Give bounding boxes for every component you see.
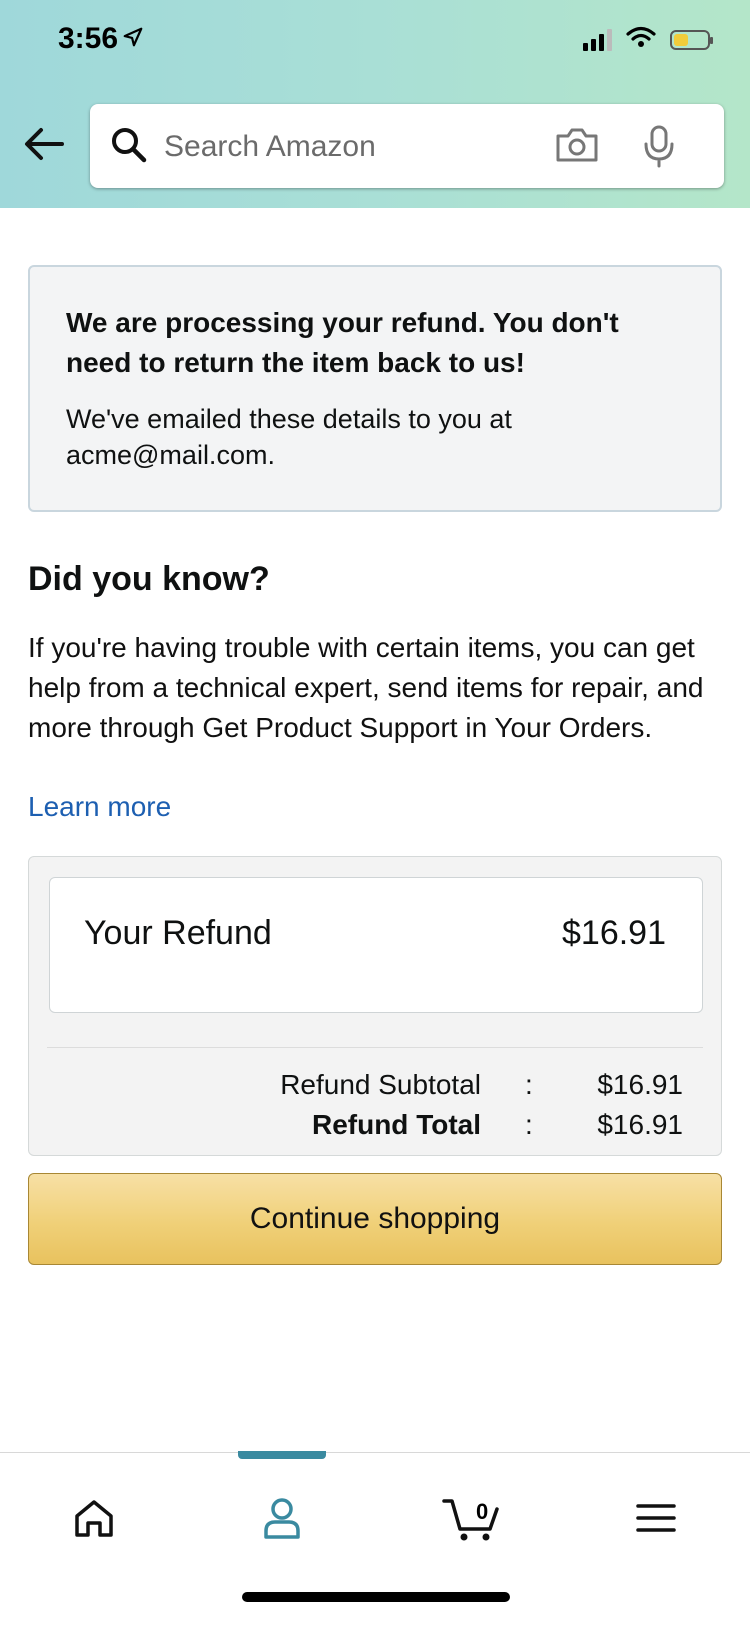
person-icon: [262, 1496, 302, 1545]
back-button[interactable]: [22, 124, 66, 168]
app-header: 3:56: [0, 0, 750, 208]
did-you-know-title: Did you know?: [28, 560, 270, 598]
continue-shopping-button[interactable]: Continue shopping: [28, 1173, 722, 1265]
refund-subtotal-separator: :: [525, 1069, 533, 1100]
refund-subtotal-row: Refund Subtotal : $16.91: [29, 1069, 721, 1109]
signal-icon: [583, 28, 612, 51]
camera-icon[interactable]: [554, 126, 600, 164]
status-time-text: 3:56: [58, 22, 119, 55]
did-you-know-text: If you're having trouble with certain it…: [28, 632, 704, 743]
refund-summary: Your Refund $16.91 Refund Subtotal : $16…: [28, 856, 722, 1156]
refund-total-separator: :: [525, 1109, 533, 1140]
refund-subtotal-value: $16.91: [597, 1069, 683, 1100]
cart-count: 0: [476, 1498, 489, 1524]
nav-cart[interactable]: 0: [432, 1485, 512, 1555]
wifi-icon: [626, 26, 656, 53]
divider: [47, 1047, 703, 1048]
refund-card: Your Refund $16.91: [49, 877, 703, 1013]
notice-text: We've emailed these details to you at ac…: [66, 404, 512, 470]
battery-icon: [670, 29, 713, 50]
active-tab-indicator: [238, 1451, 326, 1459]
learn-more-link[interactable]: Learn more: [28, 791, 171, 823]
search-icon: [110, 126, 148, 164]
nav-menu[interactable]: [616, 1485, 696, 1555]
microphone-icon[interactable]: [642, 124, 676, 168]
refund-amount: $16.91: [562, 914, 666, 952]
cart-icon: 0: [442, 1493, 502, 1548]
arrow-left-icon: [24, 127, 64, 166]
notice-title: We are processing your refund. You don't…: [66, 307, 619, 378]
refund-subtotal-label: Refund Subtotal: [280, 1069, 481, 1100]
menu-icon: [636, 1502, 676, 1539]
refund-total-label: Refund Total: [311, 1109, 481, 1140]
status-indicators: [583, 26, 713, 53]
refund-total-value: $16.91: [597, 1109, 683, 1140]
refund-label: Your Refund: [84, 914, 272, 952]
home-indicator: [242, 1592, 510, 1602]
refund-total-row: Refund Total : $16.91: [29, 1109, 721, 1149]
search-box[interactable]: [90, 104, 724, 188]
refund-notice: We are processing your refund. You don't…: [28, 265, 722, 512]
location-arrow-icon: [122, 22, 144, 56]
search-input[interactable]: [162, 126, 546, 168]
nav-home[interactable]: [54, 1485, 134, 1555]
status-time: 3:56: [58, 22, 144, 56]
home-icon: [73, 1498, 115, 1543]
nav-account[interactable]: [242, 1485, 322, 1555]
